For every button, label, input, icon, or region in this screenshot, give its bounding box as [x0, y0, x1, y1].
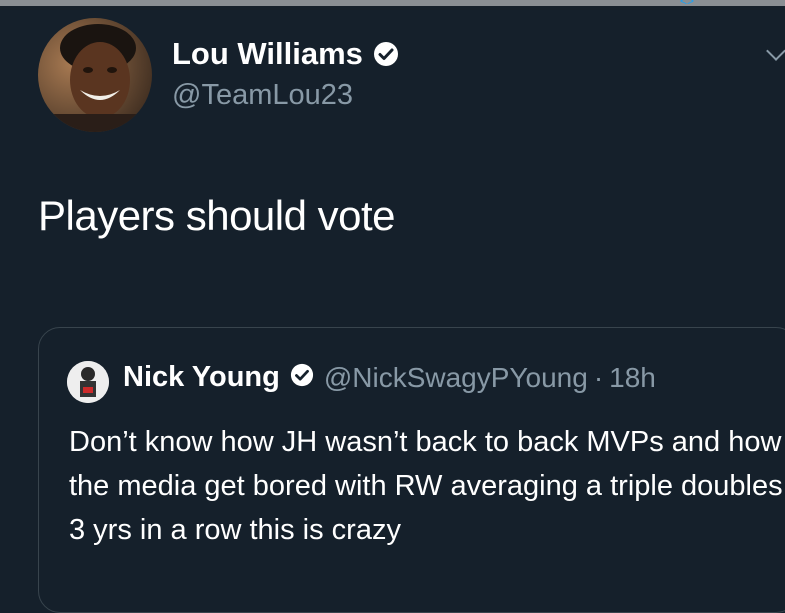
author-handle[interactable]: @TeamLou23 [172, 79, 353, 112]
separator-dot: · [593, 361, 604, 393]
quoted-tweet-card[interactable]: Nick Young @NickSwagyPYoung · 18h Don’t … [38, 327, 785, 613]
quoted-tweet-text: Don’t know how JH wasn’t back to back MV… [69, 426, 783, 546]
verified-badge-icon [373, 41, 399, 67]
avatar[interactable] [38, 18, 152, 132]
tweet-text: Players should vote [38, 192, 396, 239]
quoted-author-handle[interactable]: @NickSwagyPYoung [324, 362, 588, 394]
quoted-timestamp[interactable]: 18h [609, 362, 656, 394]
top-edge-bar: <> [0, 0, 785, 8]
expand-arrows-icon: <> [680, 0, 695, 8]
verified-badge-icon [290, 363, 314, 392]
quoted-author-name[interactable]: Nick Young [123, 361, 280, 394]
chevron-down-icon[interactable] [766, 41, 785, 61]
author-name[interactable]: Lou Williams [172, 36, 363, 72]
quoted-avatar[interactable] [67, 361, 109, 403]
